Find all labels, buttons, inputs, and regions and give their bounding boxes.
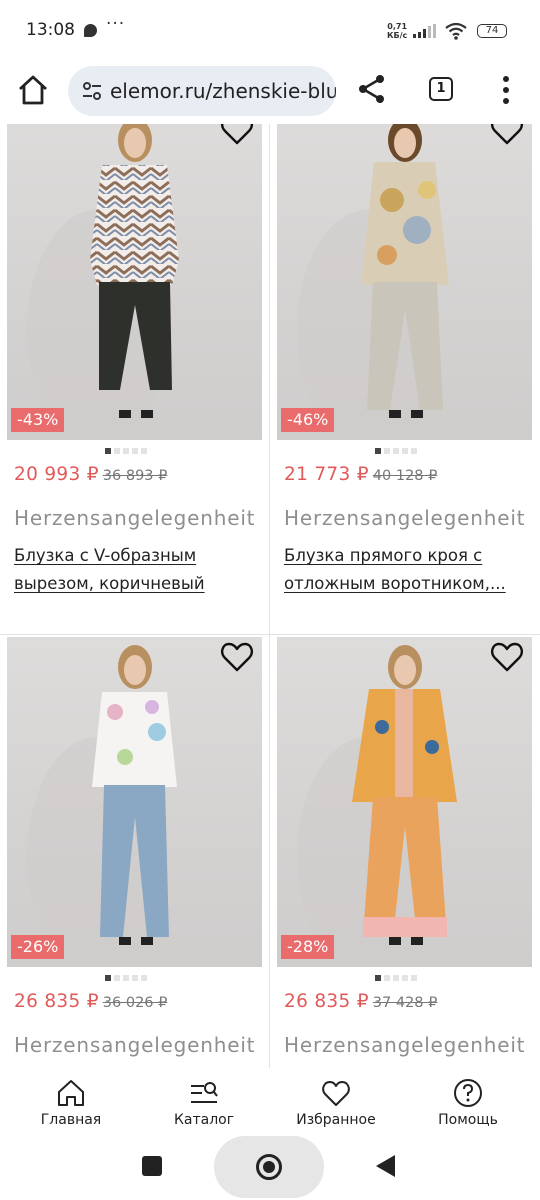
discount-badge: -26% — [11, 935, 65, 959]
price-row: 21 773 ₽40 128 ₽ — [284, 464, 437, 485]
nav-catalog-label: Каталог — [173, 1112, 235, 1128]
brand-name[interactable]: Herzensangelegenheit — [14, 1033, 264, 1057]
carousel-dot[interactable] — [141, 448, 147, 454]
carousel-dot[interactable] — [393, 975, 399, 981]
home-button[interactable] — [214, 1136, 324, 1198]
carousel-dot[interactable] — [402, 975, 408, 981]
browser-toolbar: elemor.ru/zhenskie-bluzki 1 — [0, 62, 540, 124]
carousel-dot[interactable] — [375, 975, 381, 981]
carousel-dot[interactable] — [114, 448, 120, 454]
nav-help[interactable]: Помощь — [413, 1078, 523, 1128]
discount-badge: -46% — [281, 408, 335, 432]
favorite-heart-icon[interactable] — [490, 641, 524, 673]
network-speed: 0,71 КБ/с — [387, 22, 407, 40]
product-card[interactable]: -26% 26 835 ₽36 026 ₽ Herzensangelegenheit — [0, 634, 270, 1068]
back-button[interactable] — [376, 1155, 395, 1177]
favorite-heart-icon[interactable] — [220, 124, 254, 146]
brand-name[interactable]: Herzensangelegenheit — [284, 506, 534, 530]
carousel-dots — [105, 975, 147, 981]
carousel-dot[interactable] — [384, 975, 390, 981]
carousel-dot[interactable] — [132, 448, 138, 454]
nav-catalog[interactable]: Каталог — [149, 1078, 259, 1128]
price-row: 26 835 ₽36 026 ₽ — [14, 991, 167, 1012]
product-grid: -43% 20 993 ₽36 893 ₽ Herzensangelegenheit… — [0, 124, 540, 1068]
product-photo[interactable]: -46% — [277, 124, 532, 440]
current-price: 21 773 ₽ — [284, 464, 369, 485]
old-price: 40 128 ₽ — [372, 468, 438, 484]
current-price: 26 835 ₽ — [14, 991, 99, 1012]
product-title-link[interactable]: Блузка прямого кроя с отложным воротнико… — [284, 542, 529, 598]
carousel-dot[interactable] — [402, 448, 408, 454]
carousel-dot[interactable] — [411, 975, 417, 981]
discount-badge: -43% — [11, 408, 65, 432]
discount-badge: -28% — [281, 935, 335, 959]
network-speed-unit: КБ/с — [387, 31, 408, 40]
favorite-heart-icon[interactable] — [220, 641, 254, 673]
home-icon[interactable] — [16, 73, 50, 107]
carousel-dots — [375, 975, 417, 981]
wifi-icon — [445, 22, 467, 40]
url-text[interactable]: elemor.ru/zhenskie-bluzki — [110, 79, 336, 103]
nav-home[interactable]: Главная — [16, 1078, 126, 1128]
old-price: 36 026 ₽ — [102, 995, 168, 1011]
carousel-dot[interactable] — [411, 448, 417, 454]
carousel-dot[interactable] — [384, 448, 390, 454]
share-icon[interactable] — [356, 73, 388, 105]
more-notifications-icon: ··· — [106, 14, 126, 34]
price-row: 26 835 ₽37 428 ₽ — [284, 991, 437, 1012]
price-row: 20 993 ₽36 893 ₽ — [14, 464, 167, 485]
current-price: 26 835 ₽ — [284, 991, 369, 1012]
carousel-dots — [105, 448, 147, 454]
carousel-dot[interactable] — [114, 975, 120, 981]
nav-favorites[interactable]: Избранное — [281, 1078, 391, 1128]
signal-icon — [413, 24, 436, 38]
carousel-dot[interactable] — [105, 975, 111, 981]
carousel-dot[interactable] — [141, 975, 147, 981]
product-photo-illustration — [27, 645, 177, 967]
brand-name[interactable]: Herzensangelegenheit — [284, 1033, 534, 1057]
chat-notification-icon — [84, 24, 97, 37]
carousel-dot[interactable] — [132, 975, 138, 981]
old-price: 36 893 ₽ — [102, 468, 168, 484]
nav-home-label: Главная — [40, 1112, 102, 1128]
brand-name[interactable]: Herzensangelegenheit — [14, 506, 264, 530]
carousel-dot[interactable] — [105, 448, 111, 454]
nav-help-label: Помощь — [438, 1112, 498, 1128]
product-photo-illustration — [297, 645, 457, 967]
carousel-dot[interactable] — [123, 975, 129, 981]
help-icon — [454, 1079, 482, 1107]
product-title-link[interactable]: Блузка с V-образным вырезом, коричневый — [14, 542, 259, 598]
more-options-icon[interactable] — [496, 74, 516, 106]
old-price: 37 428 ₽ — [372, 995, 438, 1011]
product-photo-illustration — [27, 124, 179, 440]
product-photo-illustration — [297, 124, 449, 440]
system-navigation-bar — [0, 1134, 540, 1200]
bottom-navigation: Главная Каталог Избранное Помощь — [0, 1068, 540, 1134]
product-card[interactable]: -28% 26 835 ₽37 428 ₽ Herzensangelegenheit — [270, 634, 540, 1068]
carousel-dot[interactable] — [375, 448, 381, 454]
product-photo[interactable]: -26% — [7, 637, 262, 967]
status-time: 13:08 — [26, 20, 75, 40]
home-icon — [58, 1080, 84, 1106]
address-bar[interactable]: elemor.ru/zhenskie-bluzki — [68, 66, 336, 116]
catalog-search-icon — [191, 1082, 218, 1103]
nav-favorites-label: Избранное — [296, 1112, 376, 1128]
heart-icon — [322, 1081, 350, 1106]
home-circle-icon — [256, 1154, 282, 1180]
carousel-dot[interactable] — [393, 448, 399, 454]
favorite-heart-icon[interactable] — [490, 124, 524, 146]
product-card[interactable]: -46% 21 773 ₽40 128 ₽ Herzensangelegenheit… — [270, 124, 540, 634]
tab-switcher-button[interactable]: 1 — [429, 77, 453, 101]
product-card[interactable]: -43% 20 993 ₽36 893 ₽ Herzensangelegenheit… — [0, 124, 270, 634]
current-price: 20 993 ₽ — [14, 464, 99, 485]
network-speed-value: 0,71 — [387, 22, 408, 31]
carousel-dots — [375, 448, 417, 454]
carousel-dot[interactable] — [123, 448, 129, 454]
recents-button[interactable] — [142, 1156, 162, 1176]
status-bar: 13:08 ··· 0,71 КБ/с 74 — [0, 0, 540, 62]
site-settings-icon[interactable] — [82, 82, 102, 100]
battery-icon: 74 — [477, 24, 507, 38]
product-photo[interactable]: -43% — [7, 124, 262, 440]
product-photo[interactable]: -28% — [277, 637, 532, 967]
